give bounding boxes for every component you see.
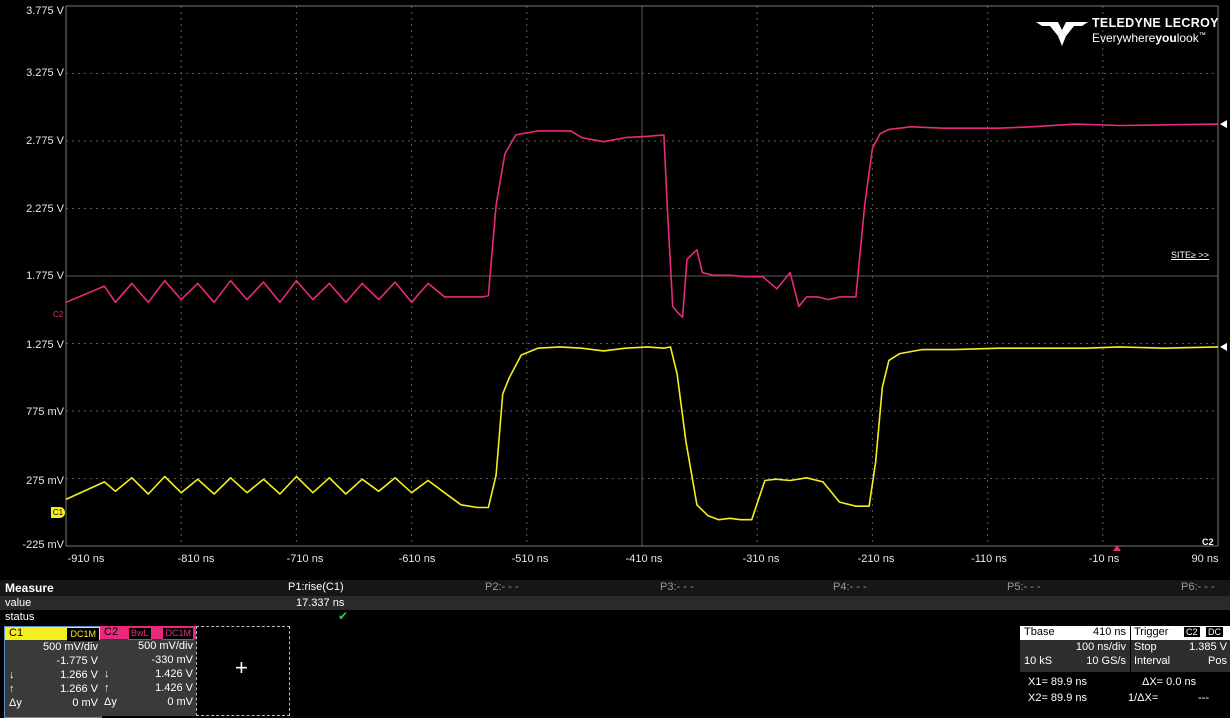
c2-offset: -330 mV — [151, 654, 193, 666]
grid-site-link[interactable]: SITE≥ >> — [1171, 250, 1209, 260]
delta-y-label: Δy — [104, 696, 117, 708]
x-axis-label: -210 ns — [857, 553, 895, 565]
y-axis-label: -225 mV — [22, 539, 64, 551]
param-p1[interactable]: P1:rise(C1) — [288, 581, 344, 593]
trigger-slope: Pos — [1208, 655, 1227, 667]
x-axis-label: -310 ns — [742, 553, 780, 565]
param-p5[interactable]: P5:- - - — [1007, 581, 1041, 593]
cursor-up-icon: ↑ — [9, 683, 15, 695]
y-axis-label: 1.275 V — [26, 339, 64, 351]
value-label: value — [5, 597, 32, 609]
c1-cursor2: 1.266 V — [60, 683, 98, 695]
teledyne-lecroy-logo: TELEDYNE LECROY Everywhereyoulook™ — [1036, 16, 1219, 50]
c1-channel-descriptor[interactable]: C1 DC1M 500 mV/div -1.775 V ↓ 1.266 V ↑ … — [4, 626, 102, 718]
x-axis-label: -110 ns — [971, 553, 1007, 565]
trigger-coupling: DC — [1206, 627, 1223, 637]
cursor-down-icon: ↓ — [9, 669, 15, 681]
trigger-source: C2 — [1184, 627, 1200, 637]
cursor-readout: X1= 89.9 ns ΔX= 0.0 ns X2= 89.9 ns 1/ΔX=… — [1020, 673, 1230, 717]
trigger-type: Interval — [1134, 655, 1171, 667]
c2-offset-marker[interactable]: C2 — [53, 310, 63, 319]
cursor-delta-x: ΔX= 0.0 ns — [1142, 676, 1197, 688]
cursor-x2: X2= 89.9 ns — [1028, 692, 1088, 704]
x-axis-label: -810 ns — [177, 553, 215, 565]
y-axis-label: 3.775 V — [26, 5, 64, 17]
cursor-inverse-delta-x: 1/ΔX= — [1128, 692, 1159, 704]
c1-offset-marker[interactable]: C1 — [51, 507, 65, 518]
trigger-descriptor[interactable]: Trigger C2 DC Stop 1.385 V Interval Pos — [1131, 626, 1230, 672]
y-axis-label: 3.275 V — [26, 67, 64, 79]
timebase-descriptor[interactable]: Tbase 410 ns 100 ns/div 10 kS 10 GS/s — [1020, 626, 1130, 672]
c2-cursor2: 1.426 V — [155, 682, 193, 694]
x-axis-label: -510 ns — [511, 553, 549, 565]
timebase-label: Tbase — [1024, 626, 1055, 638]
c2-header: C2 BwL DC1M — [100, 626, 196, 640]
c1-coupling-tag: DC1M — [67, 628, 99, 641]
bottom-panel: Measure P1:rise(C1) P2:- - - P3:- - - P4… — [0, 580, 1230, 718]
c2-vdiv: 500 mV/div — [137, 640, 193, 652]
y-axis-label: 1.775 V — [26, 270, 64, 282]
measure-value-row: value 17.337 ns — [0, 596, 1230, 610]
c1-header: C1 DC1M — [5, 627, 101, 641]
x-axis-label: -410 ns — [625, 553, 663, 565]
param-p2[interactable]: P2:- - - — [485, 581, 519, 593]
param-p4[interactable]: P4:- - - — [833, 581, 867, 593]
y-axis-label: 775 mV — [26, 406, 64, 418]
cursor-up-icon: ↑ — [104, 682, 110, 694]
x-axis-label: -610 ns — [398, 553, 436, 565]
status-label: status — [5, 611, 35, 623]
add-trace-slot[interactable]: + — [196, 626, 290, 716]
plus-icon: + — [235, 655, 248, 680]
cursor-x1: X1= 89.9 ns — [1028, 676, 1088, 688]
c1-delta-y: 0 mV — [72, 697, 98, 709]
c2-delta-y: 0 mV — [167, 696, 193, 708]
y-axis-label: 2.775 V — [26, 135, 64, 147]
c2-coupling-tag: DC1M — [162, 627, 194, 640]
brand-name: TELEDYNE LECROY — [1092, 16, 1219, 30]
trace-level-arrow-icon — [1220, 342, 1227, 351]
p1-value: 17.337 ns — [296, 597, 345, 609]
trace-level-arrow-icon — [1220, 120, 1227, 129]
brand-tagline: Everywhereyoulook™ — [1092, 31, 1206, 45]
logo-mark-icon — [1036, 22, 1088, 46]
c1-cursor1: 1.266 V — [60, 669, 98, 681]
y-axis-label: 2.275 V — [26, 203, 64, 215]
timebase-samples: 10 kS — [1024, 655, 1053, 667]
p1-status-check-icon: ✔ — [338, 609, 349, 623]
x-axis-label: -710 ns — [286, 553, 324, 565]
param-p6[interactable]: P6:- - - — [1181, 581, 1215, 593]
timebase-tdiv: 100 ns/div — [1075, 641, 1126, 653]
timebase-header: Tbase 410 ns — [1020, 626, 1130, 640]
x-axis-label: -910 ns — [67, 553, 105, 565]
c1-offset: -1.775 V — [56, 655, 98, 667]
measure-title: Measure — [5, 581, 54, 595]
c2-name: C2 — [104, 626, 119, 638]
param-p3[interactable]: P3:- - - — [660, 581, 694, 593]
c2-cursor1: 1.426 V — [155, 668, 193, 680]
trigger-header: Trigger C2 DC — [1131, 626, 1230, 640]
c2-channel-descriptor[interactable]: C2 BwL DC1M 500 mV/div -330 mV ↓ 1.426 V… — [100, 626, 196, 716]
waveform-grid — [65, 5, 1227, 551]
trigger-level: 1.385 V — [1189, 641, 1227, 653]
x-axis-label: -10 ns — [1088, 553, 1120, 565]
cursor-down-icon: ↓ — [104, 668, 110, 680]
c1-name: C1 — [9, 627, 24, 639]
trigger-label: Trigger — [1134, 626, 1169, 638]
cursor-inverse-delta-x-value: --- — [1198, 692, 1209, 704]
c1-vdiv: 500 mV/div — [42, 641, 98, 653]
measure-header: Measure P1:rise(C1) P2:- - - P3:- - - P4… — [0, 580, 1230, 596]
y-axis-label: 275 mV — [26, 475, 64, 487]
delta-y-label: Δy — [9, 697, 22, 709]
c2-bwl-tag: BwL — [128, 627, 152, 640]
trigger-mode: Stop — [1134, 641, 1157, 653]
x-axis-label: 90 ns — [1191, 553, 1219, 565]
measure-status-row: status ✔ — [0, 609, 1230, 624]
timebase-rate: 10 GS/s — [1086, 655, 1126, 667]
timebase-delay: 410 ns — [1092, 626, 1126, 638]
c2-grid-tag: C2 — [1202, 537, 1214, 547]
waveform-display[interactable]: 3.775 V 3.275 V 2.775 V 2.275 V 1.775 V … — [0, 0, 1230, 580]
